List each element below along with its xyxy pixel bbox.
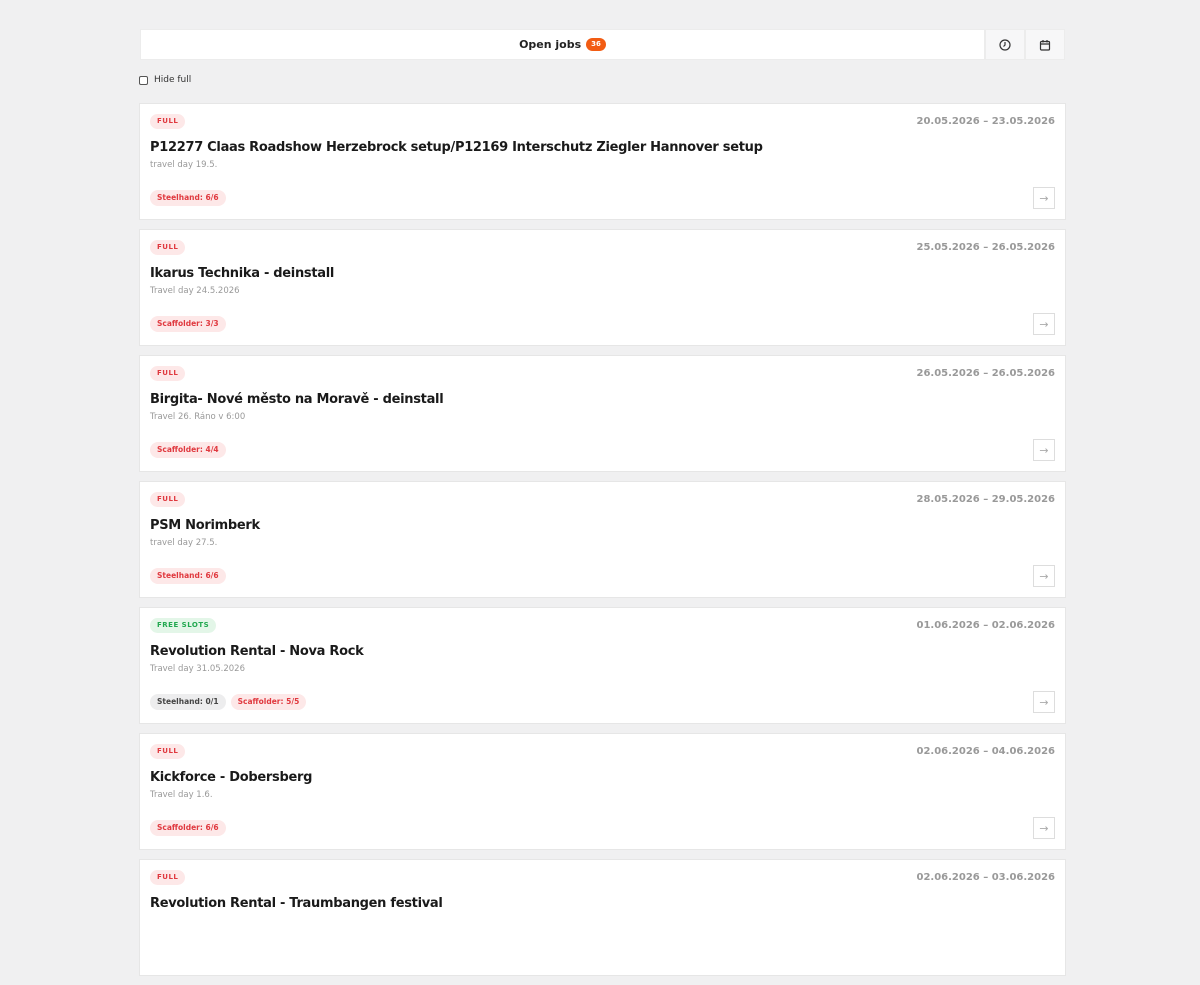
- job-title[interactable]: PSM Norimberk: [150, 518, 260, 533]
- job-card[interactable]: FULL 28.05.2026 – 29.05.2026 PSM Norimberk…: [139, 481, 1066, 598]
- arrow-right-icon: →: [1039, 191, 1049, 205]
- top-bar: Open jobs 36: [140, 29, 1065, 60]
- job-card[interactable]: FULL 02.06.2026 – 03.06.2026 Revolution Re…: [139, 859, 1066, 976]
- job-dates: 26.05.2026 – 26.05.2026: [916, 368, 1056, 379]
- tab-open-jobs-label: Open jobs: [519, 38, 582, 51]
- status-badge: FULL: [150, 744, 186, 759]
- open-job-button[interactable]: →: [1033, 439, 1055, 461]
- job-dates: 25.05.2026 – 26.05.2026: [916, 242, 1056, 253]
- job-dates: 02.06.2026 – 03.06.2026: [916, 872, 1056, 883]
- role-list: Steelhand: 0/1 Scaffolder: 5/5: [150, 694, 307, 710]
- open-job-button[interactable]: →: [1033, 691, 1055, 713]
- role-list: Steelhand: 6/6: [150, 568, 226, 584]
- calendar-button[interactable]: [1025, 29, 1065, 60]
- job-subtitle: travel day 19.5.: [150, 160, 218, 170]
- role-badge: Scaffolder: 4/4: [150, 442, 226, 458]
- job-subtitle: Travel day 24.5.2026: [150, 286, 240, 296]
- job-dates: 01.06.2026 – 02.06.2026: [916, 620, 1056, 631]
- calendar-icon: [1039, 39, 1051, 51]
- job-subtitle: Travel day 1.6.: [150, 790, 213, 800]
- role-badge: Scaffolder: 6/6: [150, 820, 226, 836]
- open-job-button[interactable]: →: [1033, 313, 1055, 335]
- job-card[interactable]: FULL 26.05.2026 – 26.05.2026 Birgita- Nové…: [139, 355, 1066, 472]
- open-job-button[interactable]: →: [1033, 565, 1055, 587]
- job-dates: 20.05.2026 – 23.05.2026: [916, 116, 1056, 127]
- job-subtitle: travel day 27.5.: [150, 538, 218, 548]
- role-list: Scaffolder: 6/6: [150, 820, 226, 836]
- hide-full-filter[interactable]: Hide full: [139, 75, 191, 85]
- tab-open-jobs[interactable]: Open jobs 36: [140, 29, 985, 60]
- open-job-button[interactable]: →: [1033, 187, 1055, 209]
- job-dates: 28.05.2026 – 29.05.2026: [916, 494, 1056, 505]
- arrow-right-icon: →: [1039, 317, 1049, 331]
- job-title[interactable]: Revolution Rental - Nova Rock: [150, 644, 364, 659]
- status-badge: FULL: [150, 366, 186, 381]
- arrow-right-icon: →: [1039, 821, 1049, 835]
- role-badge: Steelhand: 6/6: [150, 190, 226, 206]
- status-badge: FULL: [150, 870, 186, 885]
- job-card[interactable]: FULL 20.05.2026 – 23.05.2026 P12277 Claas …: [139, 103, 1066, 220]
- job-title[interactable]: Ikarus Technika - deinstall: [150, 266, 334, 281]
- open-jobs-count-badge: 36: [586, 38, 606, 51]
- role-badge: Scaffolder: 3/3: [150, 316, 226, 332]
- history-button[interactable]: [985, 29, 1025, 60]
- open-job-button[interactable]: →: [1033, 817, 1055, 839]
- status-badge: FULL: [150, 240, 186, 255]
- role-badge: Steelhand: 0/1: [150, 694, 226, 710]
- arrow-right-icon: →: [1039, 443, 1049, 457]
- role-list: Scaffolder: 3/3: [150, 316, 226, 332]
- job-dates: 02.06.2026 – 04.06.2026: [916, 746, 1056, 757]
- job-card[interactable]: FULL 02.06.2026 – 04.06.2026 Kickforce - D…: [139, 733, 1066, 850]
- job-title[interactable]: P12277 Claas Roadshow Herzebrock setup/P…: [150, 140, 763, 155]
- role-list: Scaffolder: 4/4: [150, 442, 226, 458]
- job-subtitle: Travel 26. Ráno v 6:00: [150, 412, 246, 422]
- arrow-right-icon: →: [1039, 695, 1049, 709]
- clock-icon: [999, 38, 1011, 51]
- role-badge: Scaffolder: 5/5: [230, 694, 307, 710]
- job-list: FULL 20.05.2026 – 23.05.2026 P12277 Claas …: [139, 103, 1066, 985]
- hide-full-label: Hide full: [154, 75, 192, 85]
- hide-full-checkbox[interactable]: [139, 75, 148, 85]
- arrow-right-icon: →: [1039, 569, 1049, 583]
- status-badge: FREE SLOTS: [150, 618, 217, 633]
- status-badge: FULL: [150, 114, 186, 129]
- job-subtitle: Travel day 31.05.2026: [150, 664, 245, 674]
- role-badge: Steelhand: 6/6: [150, 568, 226, 584]
- job-card[interactable]: FREE SLOTS 01.06.2026 – 02.06.2026 Revolut…: [139, 607, 1066, 724]
- job-card[interactable]: FULL 25.05.2026 – 26.05.2026 Ikarus Techni…: [139, 229, 1066, 346]
- job-title[interactable]: Revolution Rental - Traumbangen festival: [150, 896, 443, 911]
- job-title[interactable]: Birgita- Nové město na Moravě - deinstal…: [150, 392, 444, 407]
- status-badge: FULL: [150, 492, 186, 507]
- role-list: Steelhand: 6/6: [150, 190, 226, 206]
- job-title[interactable]: Kickforce - Dobersberg: [150, 770, 312, 785]
